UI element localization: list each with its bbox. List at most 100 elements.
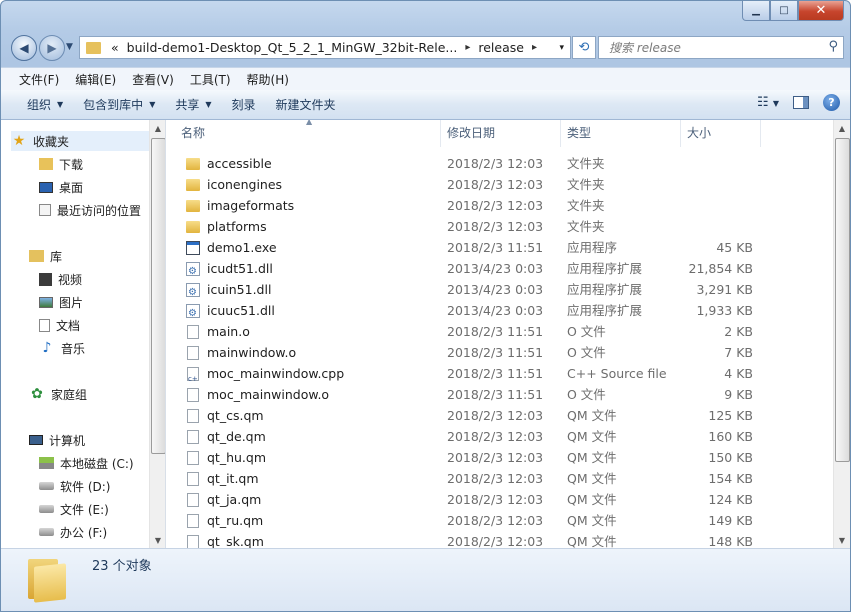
table-row[interactable]: iconengines 2018/2/3 12:03 文件夹	[169, 174, 833, 195]
table-row[interactable]: qt_it.qm 2018/2/3 12:03 QM 文件 154 KB	[169, 468, 833, 489]
breadcrumb-parent[interactable]: build-demo1-Desktop_Qt_5_2_1_MinGW_32bit…	[123, 40, 462, 55]
help-icon[interactable]: ?	[823, 94, 840, 111]
close-button[interactable]: ✕	[798, 1, 844, 21]
organize-button[interactable]: 组织 ▼	[17, 96, 73, 113]
table-row[interactable]: qt_hu.qm 2018/2/3 12:03 QM 文件 150 KB	[169, 447, 833, 468]
file-name-cell[interactable]: moc_mainwindow.o	[186, 384, 329, 405]
file-name-cell[interactable]: icudt51.dll	[186, 258, 273, 282]
file-name-cell[interactable]: moc_mainwindow.cpp	[186, 363, 344, 390]
scroll-down-icon[interactable]: ▼	[150, 532, 165, 548]
file-type: QM 文件	[567, 429, 617, 444]
table-row[interactable]: qt_sk.qm 2018/2/3 12:03 QM 文件 148 KB	[169, 531, 833, 548]
column-headers: 名称 ▲ 修改日期 类型 大小	[169, 120, 833, 147]
file-name-cell[interactable]: icuin51.dll	[186, 279, 272, 303]
file-name-cell[interactable]: iconengines	[186, 174, 282, 195]
table-row[interactable]: accessible 2018/2/3 12:03 文件夹	[169, 153, 833, 174]
column-header-date[interactable]: 修改日期	[441, 120, 561, 147]
nav-homegroup[interactable]: ✿ 家庭组	[29, 384, 87, 404]
view-options-icon[interactable]: ☷ ▼	[757, 95, 779, 110]
new-folder-button[interactable]: 新建文件夹	[266, 96, 346, 113]
table-row[interactable]: icudt51.dll 2013/4/23 0:03 应用程序扩展 21,854 KB	[169, 258, 833, 282]
refresh-button[interactable]: ⟲	[572, 36, 596, 59]
nav-downloads[interactable]: 下载	[39, 154, 83, 174]
file-name: icuin51.dll	[207, 282, 272, 297]
nav-pictures[interactable]: 图片	[39, 292, 83, 312]
nav-pane-scrollbar[interactable]: ▲ ▼	[149, 120, 165, 548]
file-name-cell[interactable]: qt_cs.qm	[186, 405, 264, 426]
nav-recent-places-label: 最近访问的位置	[57, 203, 142, 218]
burn-button[interactable]: 刻录	[222, 96, 266, 113]
include-in-library-button[interactable]: 包含到库中 ▼	[73, 96, 165, 113]
nav-drive-d[interactable]: 软件 (D:)	[39, 476, 110, 496]
table-row[interactable]: moc_mainwindow.o 2018/2/3 11:51 O 文件 9 KB	[169, 384, 833, 405]
scroll-up-icon[interactable]: ▲	[834, 120, 850, 136]
file-name-cell[interactable]: qt_ja.qm	[186, 489, 261, 510]
back-button[interactable]: ◀	[11, 35, 37, 61]
file-name-cell[interactable]: qt_hu.qm	[186, 447, 266, 468]
menu-tools[interactable]: 工具(T)	[182, 71, 239, 88]
nav-music[interactable]: ♪ 音乐	[39, 338, 85, 358]
nav-drive-c[interactable]: 本地磁盘 (C:)	[39, 453, 134, 473]
table-row[interactable]: qt_cs.qm 2018/2/3 12:03 QM 文件 125 KB	[169, 405, 833, 426]
table-row[interactable]: demo1.exe 2018/2/3 11:51 应用程序 45 KB	[169, 237, 833, 258]
homegroup-icon: ✿	[31, 386, 43, 402]
table-row[interactable]: qt_ja.qm 2018/2/3 12:03 QM 文件 124 KB	[169, 489, 833, 510]
table-row[interactable]: platforms 2018/2/3 12:03 文件夹	[169, 216, 833, 237]
recent-pages-dropdown[interactable]: ▼	[66, 42, 73, 52]
file-name-cell[interactable]: mainwindow.o	[186, 342, 296, 363]
file-name-cell[interactable]: qt_it.qm	[186, 468, 259, 489]
file-name-cell[interactable]: main.o	[186, 321, 250, 342]
menu-file[interactable]: 文件(F)	[11, 71, 67, 88]
file-name-cell[interactable]: qt_de.qm	[186, 426, 266, 447]
nav-desktop[interactable]: 桌面	[39, 177, 83, 197]
address-dropdown-icon[interactable]: ▾	[553, 43, 570, 53]
scroll-up-icon[interactable]: ▲	[150, 120, 165, 136]
search-box[interactable]: ⚲	[598, 36, 844, 59]
breadcrumb-overflow[interactable]: «	[107, 40, 123, 55]
forward-button[interactable]: ▶	[39, 35, 65, 61]
file-name-cell[interactable]: qt_sk.qm	[186, 531, 264, 548]
file-name-cell[interactable]: demo1.exe	[186, 237, 277, 258]
file-list-scrollbar[interactable]: ▲ ▼	[833, 120, 850, 548]
menu-edit[interactable]: 编辑(E)	[67, 71, 124, 88]
maximize-button[interactable]: □	[770, 1, 798, 21]
scroll-down-icon[interactable]: ▼	[834, 532, 850, 548]
table-row[interactable]: imageformats 2018/2/3 12:03 文件夹	[169, 195, 833, 216]
nav-documents[interactable]: 文档	[39, 315, 80, 335]
nav-videos[interactable]: 视频	[39, 269, 82, 289]
breadcrumb-separator-icon[interactable]: ▸	[528, 42, 541, 53]
table-row[interactable]: icuin51.dll 2013/4/23 0:03 应用程序扩展 3,291 KB	[169, 279, 833, 303]
table-row[interactable]: moc_mainwindow.cpp 2018/2/3 11:51 C++ Sour…	[169, 363, 833, 390]
nav-libraries[interactable]: 库	[29, 246, 62, 266]
nav-drive-f[interactable]: 办公 (F:)	[39, 522, 107, 542]
column-header-size[interactable]: 大小	[681, 120, 761, 147]
search-icon[interactable]: ⚲	[828, 39, 838, 54]
breadcrumb-separator-icon[interactable]: ▸	[461, 42, 474, 53]
file-name-cell[interactable]: qt_ru.qm	[186, 510, 263, 531]
nav-drive-e[interactable]: 文件 (E:)	[39, 499, 109, 519]
table-row[interactable]: main.o 2018/2/3 11:51 O 文件 2 KB	[169, 321, 833, 342]
column-header-type[interactable]: 类型	[561, 120, 681, 147]
table-row[interactable]: qt_de.qm 2018/2/3 12:03 QM 文件 160 KB	[169, 426, 833, 447]
file-name-cell[interactable]: accessible	[186, 153, 272, 174]
breadcrumb-current[interactable]: release	[474, 40, 528, 55]
nav-scroll-thumb[interactable]	[151, 138, 165, 454]
share-button[interactable]: 共享 ▼	[165, 96, 221, 113]
table-row[interactable]: icuuc51.dll 2013/4/23 0:03 应用程序扩展 1,933 KB	[169, 300, 833, 324]
nav-computer[interactable]: 计算机	[29, 430, 85, 450]
file-name-cell[interactable]: icuuc51.dll	[186, 300, 275, 324]
preview-pane-icon[interactable]	[793, 96, 809, 109]
file-name-cell[interactable]: imageformats	[186, 195, 294, 216]
file-scroll-thumb[interactable]	[835, 138, 850, 462]
file-name-cell[interactable]: platforms	[186, 216, 267, 237]
table-row[interactable]: qt_ru.qm 2018/2/3 12:03 QM 文件 149 KB	[169, 510, 833, 531]
file-type: 应用程序扩展	[567, 282, 643, 297]
search-input[interactable]	[607, 37, 821, 58]
nav-favorites[interactable]: ★ 收藏夹	[11, 131, 151, 151]
table-row[interactable]: mainwindow.o 2018/2/3 11:51 O 文件 7 KB	[169, 342, 833, 363]
nav-recent-places[interactable]: 最近访问的位置	[39, 200, 141, 220]
address-bar[interactable]: « build-demo1-Desktop_Qt_5_2_1_MinGW_32b…	[79, 36, 571, 59]
minimize-button[interactable]: ▁	[742, 1, 770, 21]
menu-help[interactable]: 帮助(H)	[239, 71, 297, 88]
menu-view[interactable]: 查看(V)	[124, 71, 182, 88]
